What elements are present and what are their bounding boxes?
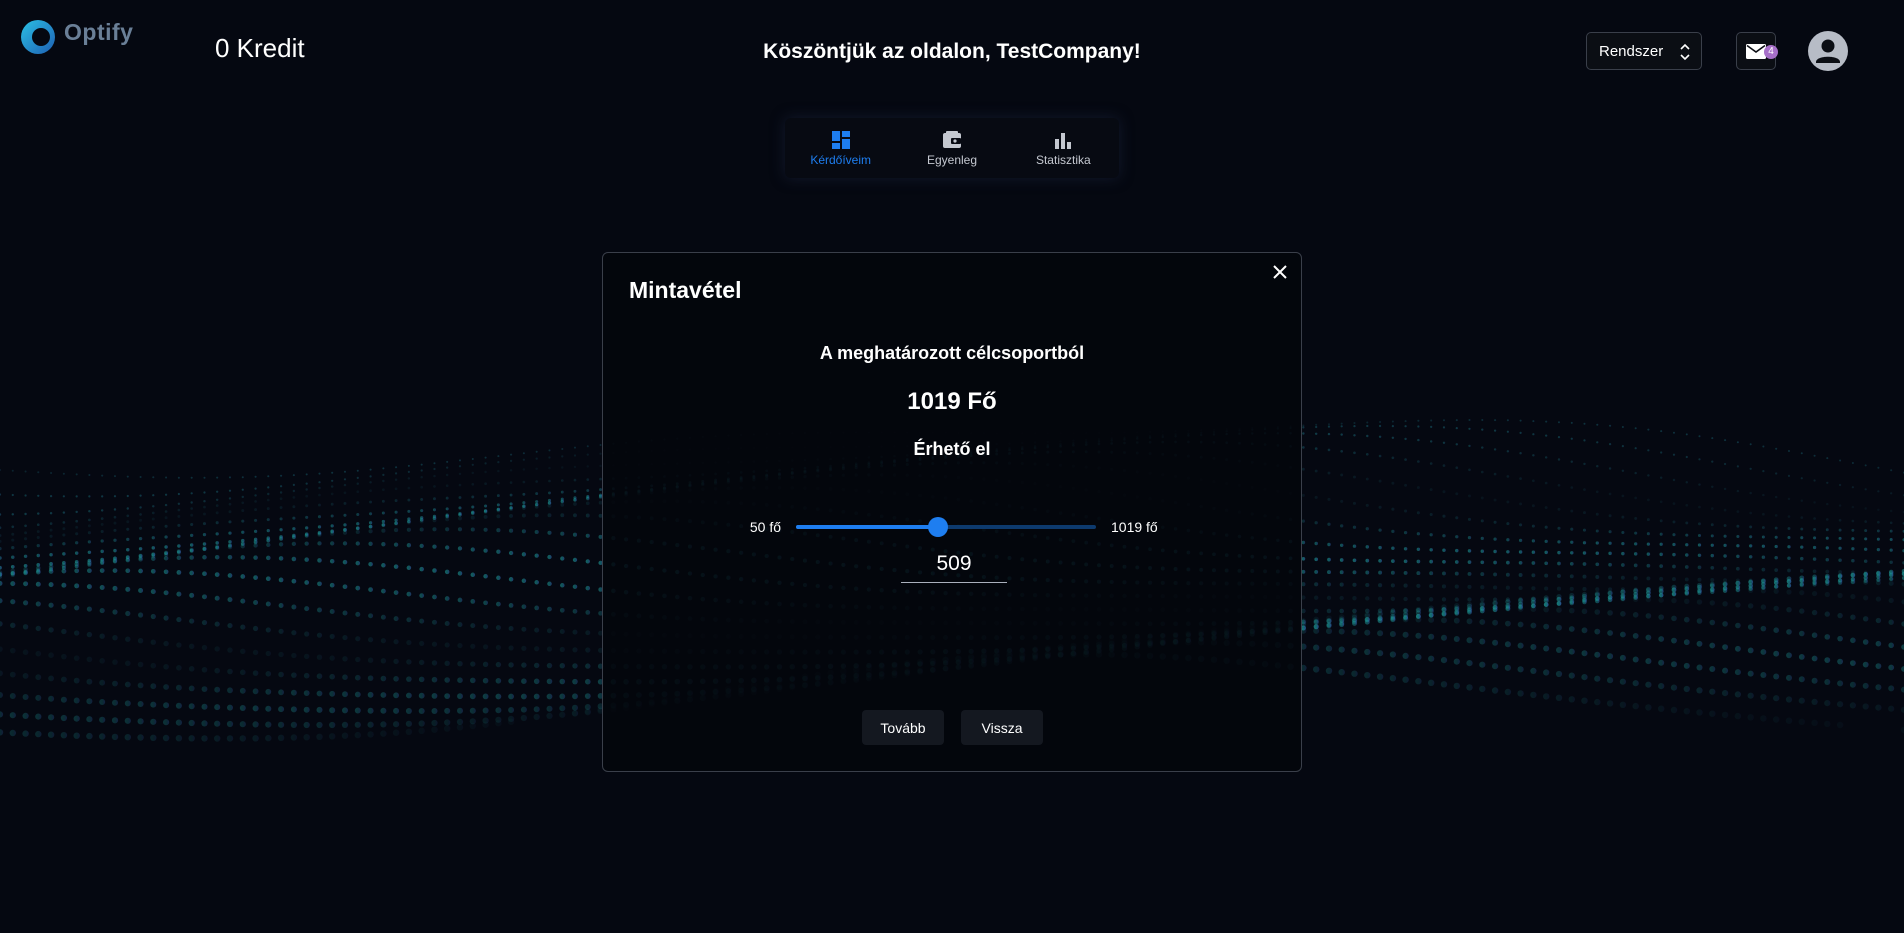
mail-icon — [1746, 44, 1766, 59]
nav-item-egyenleg[interactable]: Egyenleg — [896, 118, 1007, 178]
system-select-value: Rendszer — [1599, 42, 1664, 60]
close-icon[interactable] — [1269, 261, 1291, 283]
nav-item-label: Statisztika — [1035, 152, 1091, 167]
user-icon — [1816, 39, 1840, 63]
slider-max-label: 1019 fő — [1111, 519, 1158, 535]
bar-chart-icon — [1055, 132, 1072, 149]
next-button[interactable]: Tovább — [862, 710, 944, 745]
dashboard-icon — [831, 130, 850, 149]
sample-size-input[interactable] — [901, 546, 1007, 583]
back-button[interactable]: Vissza — [961, 710, 1043, 745]
main-nav: Kérdőíveim Egyenleg Statisztika — [785, 118, 1119, 178]
available-count: 1019 Fő — [907, 388, 997, 415]
dialog-title: Mintavétel — [629, 277, 742, 303]
wallet-icon — [942, 130, 961, 148]
unread-badge: 4 — [1764, 45, 1778, 59]
slider-thumb[interactable] — [928, 517, 949, 537]
nav-item-label: Kérdőíveim — [810, 152, 872, 167]
page: Optify 0 Kredit Köszöntjük az oldalon, T… — [0, 0, 1904, 933]
user-avatar[interactable] — [1808, 31, 1848, 71]
slider-min-label: 50 fő — [749, 519, 781, 535]
slider-fill — [796, 525, 939, 529]
nav-item-statisztika[interactable]: Statisztika — [1008, 118, 1119, 178]
select-arrows-icon — [1680, 43, 1690, 61]
sampling-dialog: Mintavétel A meghatározott célcsoportból… — [602, 252, 1302, 772]
nav-item-label: Egyenleg — [926, 152, 978, 167]
sample-size-slider[interactable] — [796, 517, 1096, 537]
target-group-text: A meghatározott célcsoportból — [819, 343, 1085, 363]
messages-button[interactable]: 4 — [1736, 32, 1778, 70]
system-select[interactable]: Rendszer — [1586, 32, 1702, 70]
nav-item-kerdoiveim[interactable]: Kérdőíveim — [785, 118, 896, 178]
available-text: Érhető el — [913, 439, 991, 459]
